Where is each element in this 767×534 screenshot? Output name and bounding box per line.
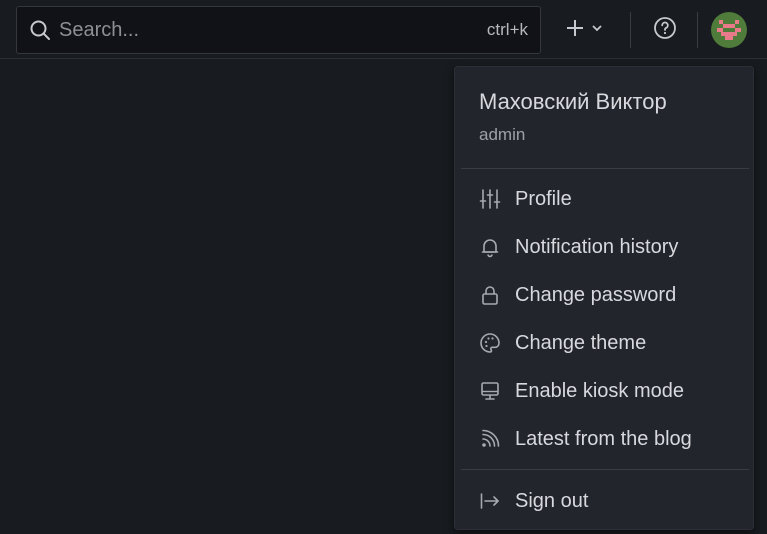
menu-item-label: Profile: [515, 187, 572, 210]
palette-icon: [479, 332, 501, 354]
sliders-icon: [479, 188, 501, 210]
user-role: admin: [479, 125, 526, 144]
plus-icon: [565, 18, 585, 43]
toolbar-divider: [630, 12, 631, 48]
menu-item-label: Enable kiosk mode: [515, 379, 684, 402]
user-name: Маховский Виктор: [479, 89, 667, 114]
user-avatar[interactable]: [711, 12, 747, 48]
menu-divider: [461, 469, 749, 470]
menu-item-change-password[interactable]: Change password: [455, 273, 753, 317]
help-button[interactable]: [648, 12, 682, 48]
menu-item-change-theme[interactable]: Change theme: [455, 321, 753, 365]
sign-out-icon: [479, 490, 501, 512]
help-icon: [653, 16, 677, 45]
menu-item-sign-out[interactable]: Sign out: [455, 479, 753, 523]
toolbar-divider: [697, 12, 698, 48]
search-placeholder: Search...: [59, 18, 140, 41]
menu-divider: [461, 168, 749, 169]
profile-dropdown-menu: Маховский Виктор admin Profile Notificat…: [454, 66, 754, 530]
top-navigation-bar: Search... ctrl+k: [0, 0, 767, 59]
menu-item-profile[interactable]: Profile: [455, 177, 753, 221]
rss-icon: [479, 428, 501, 450]
menu-item-label: Change password: [515, 283, 677, 306]
add-new-button[interactable]: [556, 12, 612, 48]
chevron-down-icon: [591, 21, 603, 39]
menu-item-notification-history[interactable]: Notification history: [455, 225, 753, 269]
monitor-icon: [479, 380, 501, 402]
search-icon: [29, 19, 51, 41]
menu-item-latest-from-the-blog[interactable]: Latest from the blog: [455, 417, 753, 461]
menu-item-label: Sign out: [515, 489, 589, 512]
bell-icon: [479, 236, 501, 258]
menu-item-label: Change theme: [515, 331, 647, 354]
lock-icon: [479, 284, 501, 306]
menu-item-label: Notification history: [515, 235, 679, 258]
search-shortcut-hint: ctrl+k: [486, 20, 528, 39]
menu-item-label: Latest from the blog: [515, 427, 692, 450]
search-bar[interactable]: Search... ctrl+k: [16, 6, 541, 54]
menu-item-enable-kiosk-mode[interactable]: Enable kiosk mode: [455, 369, 753, 413]
